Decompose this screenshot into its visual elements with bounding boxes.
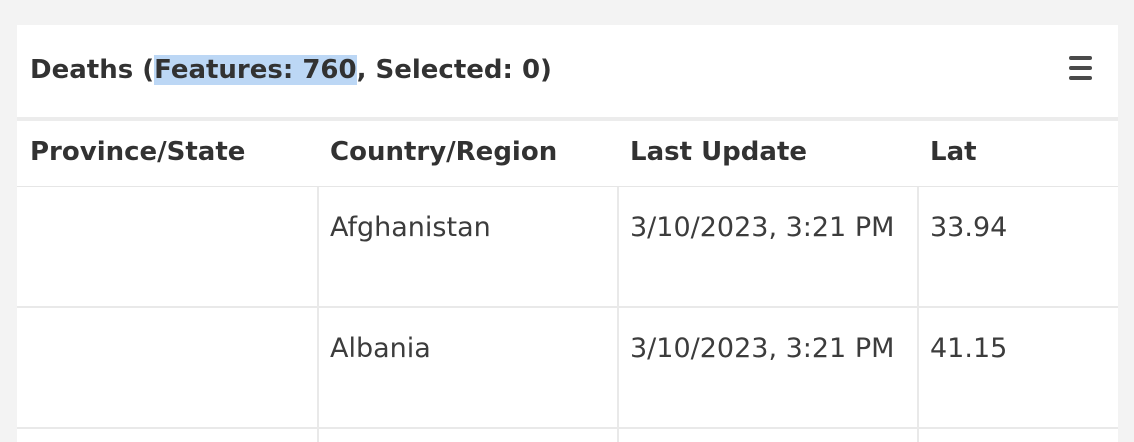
last-update-cell: 3/10/2023, 3:21 PM [617, 308, 917, 427]
country-region-cell [317, 429, 617, 442]
menu-bar-bottom [1069, 76, 1092, 80]
table-row[interactable]: Afghanistan 3/10/2023, 3:21 PM 33.94 [17, 187, 1118, 308]
lat-cell [917, 429, 1118, 442]
panel-title: Deaths (Features: 760, Selected: 0) [30, 52, 552, 88]
hamburger-menu-icon[interactable] [1066, 52, 1096, 84]
attribute-table-panel: Deaths (Features: 760, Selected: 0) Prov… [17, 25, 1118, 442]
column-header-lat[interactable]: Lat [917, 121, 1118, 186]
menu-bar-middle [1069, 66, 1092, 70]
country-region-cell: Afghanistan [317, 187, 617, 306]
table-row-partial[interactable] [17, 429, 1118, 442]
country-region-cell: Albania [317, 308, 617, 427]
province-state-cell [17, 308, 317, 427]
table-row[interactable]: Albania 3/10/2023, 3:21 PM 41.15 [17, 308, 1118, 429]
menu-bar-top [1069, 56, 1092, 60]
column-header-country-region[interactable]: Country/Region [317, 121, 617, 186]
last-update-cell [617, 429, 917, 442]
column-header-last-update[interactable]: Last Update [617, 121, 917, 186]
lat-cell: 41.15 [917, 308, 1118, 427]
title-suffix: , Selected: 0) [356, 55, 552, 85]
column-header-province-state[interactable]: Province/State [17, 121, 317, 186]
last-update-cell: 3/10/2023, 3:21 PM [617, 187, 917, 306]
province-state-cell [17, 187, 317, 306]
province-state-cell [17, 429, 317, 442]
title-prefix: Deaths ( [30, 55, 155, 85]
lat-cell: 33.94 [917, 187, 1118, 306]
panel-header: Deaths (Features: 760, Selected: 0) [17, 25, 1118, 117]
data-grid: Province/State Country/Region Last Updat… [17, 121, 1118, 442]
title-selected-text: Features: 760 [154, 55, 357, 85]
column-header-row: Province/State Country/Region Last Updat… [17, 121, 1118, 187]
